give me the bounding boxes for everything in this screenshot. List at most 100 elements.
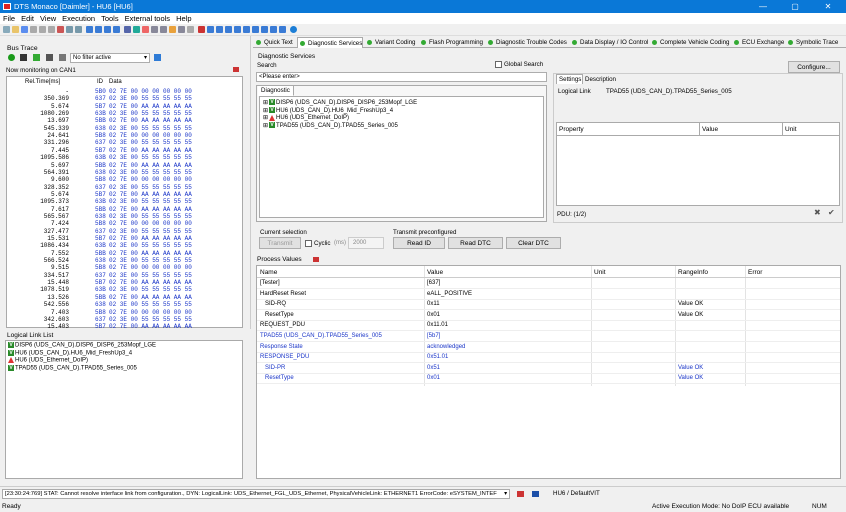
ecu-icon[interactable] — [151, 26, 158, 33]
menu-view[interactable]: View — [37, 13, 59, 23]
copy-icon[interactable] — [39, 26, 46, 33]
redo-icon[interactable] — [75, 26, 82, 33]
record-icon[interactable] — [8, 54, 15, 61]
pdu-label: PDU: (1/2) — [557, 211, 587, 218]
tab-diagnostic-services[interactable]: Diagnostic Services — [297, 37, 364, 48]
tool7-icon[interactable] — [252, 26, 259, 33]
process-values-title: Process Values — [257, 256, 302, 263]
tree-item[interactable]: ⊞ V DISP6 (UDS_CAN_D).DISP6_DISP6_253Mopf_… — [263, 99, 417, 106]
clear-messages-icon[interactable] — [517, 491, 524, 497]
menu-edit[interactable]: Edit — [18, 13, 37, 23]
tab-quick-text[interactable]: Quick Text — [254, 37, 293, 48]
tool3-icon[interactable] — [216, 26, 223, 33]
process-values-table[interactable]: Name Value Unit RangeInfo Error [Tester]… — [256, 265, 841, 479]
tool2-icon[interactable] — [207, 26, 214, 33]
export-icon[interactable] — [33, 54, 40, 61]
read-dtc-button[interactable]: Read DTC — [448, 237, 503, 249]
pv-value: 0x11 — [427, 301, 440, 308]
clear-values-icon[interactable] — [313, 257, 319, 262]
tab-dtc[interactable]: Diagnostic Trouble Codes — [486, 37, 567, 48]
global-search-checkbox[interactable] — [495, 61, 502, 68]
trace-list[interactable]: Rel.Time[ms] ID Data -5B0 02 7E 00 00 00 … — [6, 76, 243, 330]
logical-link-list[interactable]: V DISP6 (UDS_CAN_D).DISP6_DISP6_253Mopf_L… — [5, 340, 243, 479]
clear-dtc-button[interactable]: Clear DTC — [506, 237, 561, 249]
tool5-icon[interactable] — [234, 26, 241, 33]
menu-execution[interactable]: Execution — [59, 13, 98, 23]
trace-icon[interactable] — [178, 26, 185, 33]
close-button[interactable]: ✕ — [814, 1, 842, 12]
save-icon[interactable] — [21, 26, 28, 33]
clear-monitor-icon[interactable] — [233, 67, 239, 72]
tree-item[interactable]: ⊞ HU6 (UDS_Ethernet_DoIP) — [263, 114, 349, 121]
tab-description[interactable]: Description — [585, 76, 616, 83]
configure-button[interactable]: Configure... — [788, 61, 840, 73]
menu-help[interactable]: Help — [173, 13, 194, 23]
tree-item[interactable]: ⊞ V HU6 (UDS_CAN_D).HU6_Mid_FreshUp3_4 — [263, 107, 393, 114]
tool4-icon[interactable] — [225, 26, 232, 33]
expand-icon[interactable]: ⊞ — [263, 123, 268, 129]
tab-variant-coding[interactable]: Variant Coding — [365, 37, 415, 48]
read-id-button[interactable]: Read ID — [393, 237, 445, 249]
interval-spinner[interactable]: 2000 — [348, 237, 384, 249]
tab-flash-programming[interactable]: Flash Programming — [419, 37, 483, 48]
settings-icon[interactable] — [187, 26, 194, 33]
stop-trace-icon[interactable] — [20, 54, 27, 61]
cancel-icon[interactable]: ✖ — [814, 209, 822, 217]
tab-diagnostic-tree[interactable]: Diagnostic — [258, 86, 294, 96]
trace-data: 02 3E 00 55 55 55 55 55 — [109, 257, 192, 265]
connect-icon[interactable] — [124, 26, 131, 33]
options-icon[interactable] — [59, 54, 66, 61]
minimize-button[interactable]: — — [749, 1, 777, 12]
trace-time: 327.477 — [43, 227, 69, 235]
menu-file[interactable]: File — [0, 13, 18, 23]
filter-icon[interactable] — [154, 54, 161, 61]
tool6-icon[interactable] — [243, 26, 250, 33]
cyclic-checkbox[interactable] — [305, 240, 312, 247]
tool1-icon[interactable] — [198, 26, 205, 33]
workspace-icon[interactable] — [532, 491, 539, 497]
trace-data: 02 7E 00 AA AA AA AA AA — [109, 102, 192, 110]
maximize-button[interactable]: ▢ — [781, 1, 809, 12]
vehicle-icon[interactable] — [160, 26, 167, 33]
undo-icon[interactable] — [66, 26, 73, 33]
menu-external-tools[interactable]: External tools — [122, 13, 173, 23]
list-item[interactable]: V TPAD55 (UDS_CAN_D).TPAD55_Series_005 — [8, 364, 137, 371]
clear-trace-icon[interactable] — [46, 54, 53, 61]
paste-icon[interactable] — [48, 26, 55, 33]
diag-tree[interactable]: ⊞ V DISP6 (UDS_CAN_D).DISP6_DISP6_253Mopf_… — [259, 96, 544, 218]
list-item[interactable]: HU6 (UDS_Ethernet_DoIP) — [8, 357, 88, 364]
tool10-icon[interactable] — [279, 26, 286, 33]
tab-symbolic-trace[interactable]: Symbolic Trace — [786, 37, 838, 48]
tab-settings[interactable]: Settings — [556, 74, 583, 84]
cut-icon[interactable] — [30, 26, 37, 33]
tool9-icon[interactable] — [270, 26, 277, 33]
expand-icon[interactable]: ⊞ — [263, 108, 268, 114]
layout3-icon[interactable] — [104, 26, 111, 33]
stop-icon[interactable] — [142, 26, 149, 33]
property-table[interactable]: Property Value Unit — [556, 122, 840, 206]
layout4-icon[interactable] — [113, 26, 120, 33]
flash-icon[interactable] — [169, 26, 176, 33]
list-item[interactable]: V HU6 (UDS_CAN_D).HU6_Mid_FreshUp3_4 — [8, 349, 132, 356]
tab-vehicle-coding[interactable]: Complete Vehicle Coding — [650, 37, 729, 48]
help-icon[interactable] — [290, 26, 297, 33]
new-icon[interactable] — [3, 26, 10, 33]
search-input[interactable]: <Please enter> — [256, 72, 547, 82]
tab-data-display[interactable]: Data Display / IO Control — [570, 37, 648, 48]
layout2-icon[interactable] — [95, 26, 102, 33]
tab-ecu-exchange[interactable]: ECU Exchange — [732, 37, 784, 48]
start-icon[interactable] — [133, 26, 140, 33]
open-icon[interactable] — [12, 26, 19, 33]
layout1-icon[interactable] — [86, 26, 93, 33]
transmit-button[interactable]: Transmit — [259, 237, 301, 249]
expand-icon[interactable]: ⊞ — [263, 115, 268, 121]
delete-icon[interactable] — [57, 26, 64, 33]
filter-select[interactable]: No filter active ▾ — [70, 53, 150, 63]
list-item[interactable]: V DISP6 (UDS_CAN_D).DISP6_DISP6_253Mopf_L… — [8, 342, 156, 349]
apply-icon[interactable]: ✔ — [828, 209, 836, 217]
expand-icon[interactable]: ⊞ — [263, 100, 268, 106]
menu-tools[interactable]: Tools — [98, 13, 122, 23]
tool8-icon[interactable] — [261, 26, 268, 33]
message-select[interactable]: [23:30:24:769] STAT: Cannot resolve inte… — [2, 489, 510, 499]
tree-item[interactable]: ⊞ V TPAD55 (UDS_CAN_D).TPAD55_Series_005 — [263, 122, 398, 129]
